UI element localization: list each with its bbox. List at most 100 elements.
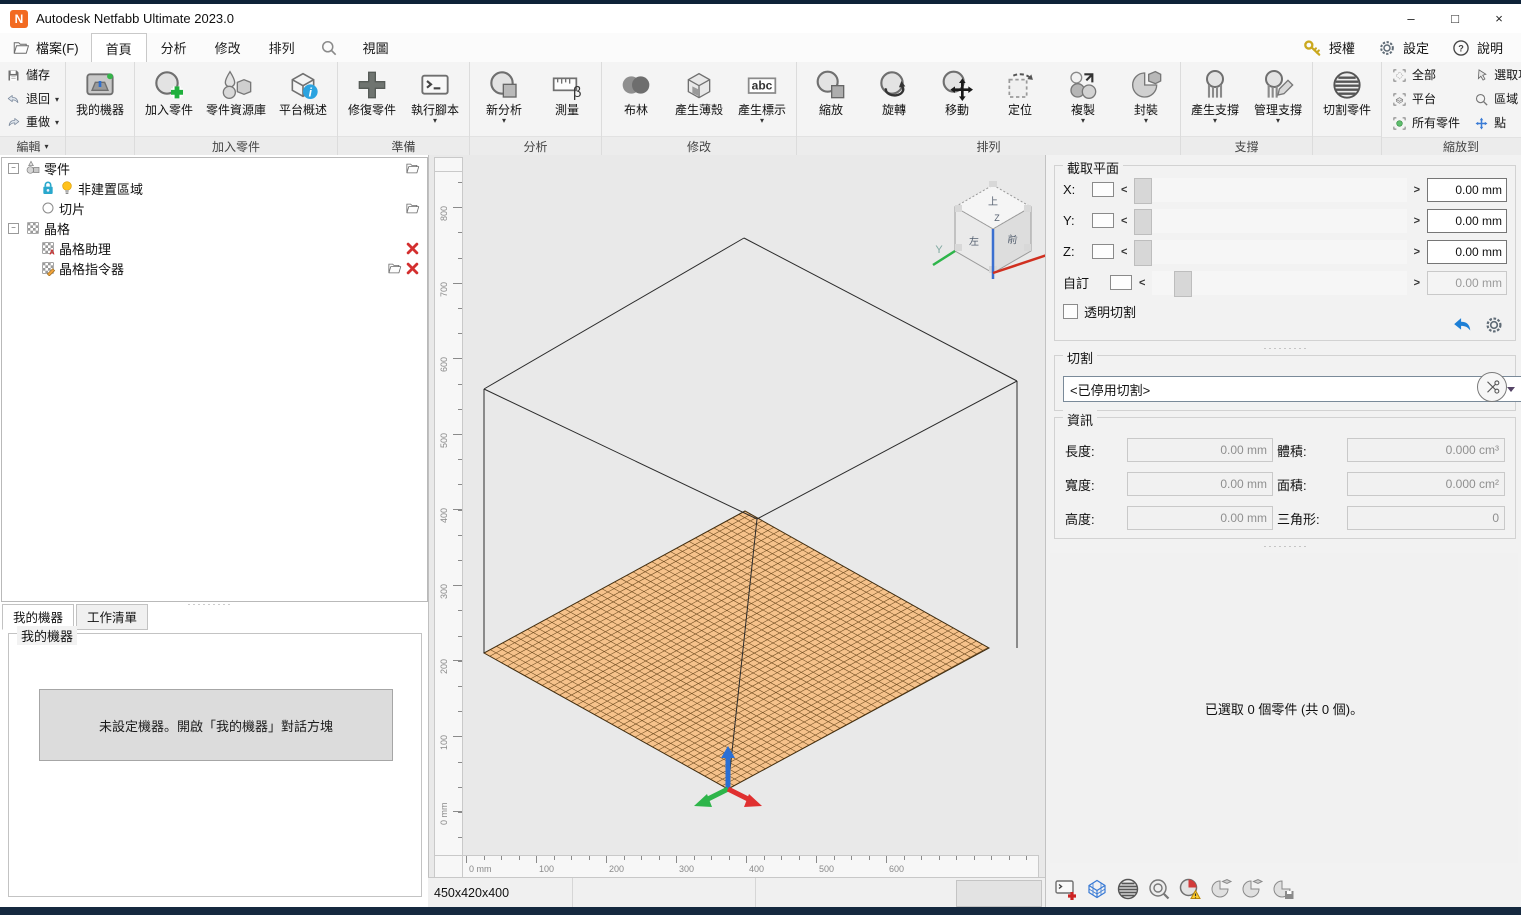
slider-right-arrow[interactable]: > [1414,277,1420,289]
tab-視圖[interactable]: 視圖 [349,33,403,62]
new-analysis-button[interactable]: 新分析▾ [473,63,535,135]
repair-part-button[interactable]: 修復零件 [341,63,403,135]
reset-clipping-icon[interactable] [1451,314,1473,336]
machine-tab-工作清單[interactable]: 工作清單 [76,604,148,630]
cut-part-button[interactable]: 切割零件 [1316,63,1378,135]
clip-enable-checkbox[interactable] [1092,182,1114,197]
tab-分析[interactable]: 分析 [147,33,201,62]
viewport-3d[interactable]: 8007006005004003002001000 mm 0 mm1002003… [428,155,1046,877]
clip-slider[interactable] [1152,271,1406,295]
file-menu-button[interactable]: 檔案(F) [0,33,91,62]
slider-left-arrow[interactable]: < [1121,215,1127,227]
undo-button[interactable]: 退回▾ [6,89,59,110]
cut-scissors-button[interactable] [1477,372,1507,402]
add-part-button[interactable]: 加入零件 [138,63,200,135]
slider-thumb[interactable] [1134,209,1152,235]
move-button[interactable]: 移動 [926,63,988,135]
slider-thumb[interactable] [1134,178,1152,204]
slider-right-arrow[interactable]: > [1414,184,1420,196]
clip-enable-checkbox[interactable] [1092,244,1114,259]
license-button[interactable]: 授權 [1303,38,1355,58]
tree-item-晶格[interactable]: −晶格 [2,218,427,238]
slider-right-arrow[interactable]: > [1414,215,1420,227]
run-script-add-button[interactable] [1054,877,1078,901]
scale-button[interactable]: 縮放 [800,63,862,135]
tab-排列[interactable]: 排列 [255,33,309,62]
panel-splitter[interactable]: ········· [1236,541,1336,551]
duplicate-button[interactable]: 複製▾ [1052,63,1114,135]
tree-expander-icon[interactable]: − [8,223,19,234]
zoom-platform-button[interactable]: 平台 [1392,88,1460,111]
folder-open-icon[interactable] [387,261,402,276]
clip-enable-checkbox[interactable] [1092,213,1114,228]
my-machine-button[interactable]: 我的機器 [69,63,131,135]
clip-slider[interactable] [1134,240,1406,264]
zoom-point-button[interactable]: 點 [1474,112,1521,135]
clip-value-field[interactable]: 0.00 mm [1427,240,1507,264]
zoom-all-parts-button[interactable]: 所有零件 [1392,112,1460,135]
tab-search-zone[interactable] [309,33,349,62]
zoom-selection-button[interactable]: 選取項 [1474,64,1521,87]
clip-slider[interactable] [1134,178,1406,202]
clip-value-field[interactable]: 0.00 mm [1427,271,1507,295]
ribbon-group-label[interactable]: 編輯▾ [0,136,65,155]
panel-splitter[interactable]: ········· [160,599,260,609]
zoom-view-button[interactable] [1147,877,1171,901]
pack-rotate-1-button[interactable] [1209,877,1233,901]
zoom-region-button[interactable]: 區域 [1474,88,1521,111]
save-button[interactable]: 儲存 [6,65,59,86]
minimize-button[interactable]: – [1389,4,1433,33]
tree-item-晶格助理[interactable]: A晶格助理 [2,238,427,258]
slider-thumb[interactable] [1134,240,1152,266]
clip-slider[interactable] [1134,209,1406,233]
create-label-button[interactable]: abc產生標示▾ [731,63,793,135]
build-volume-canvas[interactable]: 上 Z 左 前 Y X [461,157,1046,855]
run-script-button[interactable]: 執行腳本▾ [404,63,466,135]
slider-left-arrow[interactable]: < [1121,246,1127,258]
tree-item-零件[interactable]: −零件 [2,158,427,178]
tab-首頁[interactable]: 首頁 [91,33,147,63]
orient-button[interactable]: 定位 [989,63,1051,135]
tree-expander-icon[interactable]: − [8,163,19,174]
tab-修改[interactable]: 修改 [201,33,255,62]
clip-value-field[interactable]: 0.00 mm [1427,209,1507,233]
redo-button[interactable]: 重做▾ [6,112,59,133]
clip-value-field[interactable]: 0.00 mm [1427,178,1507,202]
help-button[interactable]: ?說明 [1451,38,1503,58]
delete-icon[interactable] [405,241,420,256]
platform-overview-button[interactable]: i平台概述 [272,63,334,135]
folder-open-icon[interactable] [405,201,420,216]
close-button[interactable]: × [1477,4,1521,33]
cut-mode-dropdown[interactable]: <已停用切割> [1063,376,1521,402]
pack-rotate-2-button[interactable] [1240,877,1264,901]
create-support-button[interactable]: 產生支撐▾ [1184,63,1246,135]
folder-open-icon[interactable] [405,161,420,176]
tree-item-晶格指令器[interactable]: 晶格指令器 [2,258,427,278]
setup-machine-button[interactable]: 未設定機器。開啟「我的機器」對話方塊 [39,689,393,761]
lattice-view-button[interactable] [1085,877,1109,901]
part-library-button[interactable]: 零件資源庫 [201,63,271,135]
clipping-settings-gear-icon[interactable] [1483,314,1505,336]
slider-left-arrow[interactable]: < [1139,277,1145,289]
boolean-button[interactable]: 布林 [605,63,667,135]
rotate-button[interactable]: 旋轉 [863,63,925,135]
slice-view-button[interactable] [1116,877,1140,901]
pack-save-button[interactable] [1271,877,1295,901]
create-shell-button[interactable]: 產生薄殼 [668,63,730,135]
pack-button[interactable]: 封裝▾ [1115,63,1177,135]
panel-splitter[interactable]: ········· [1236,343,1336,353]
zoom-all-button[interactable]: 全部 [1392,64,1460,87]
slider-left-arrow[interactable]: < [1121,184,1127,196]
maximize-button[interactable]: □ [1433,4,1477,33]
manage-support-button[interactable]: 管理支撐▾ [1247,63,1309,135]
tree-item-非建置區域[interactable]: 非建置區域 [2,178,427,198]
transparent-cut-checkbox[interactable] [1063,304,1078,319]
delete-icon[interactable] [405,261,420,276]
tree-item-切片[interactable]: 切片 [2,198,427,218]
slider-thumb[interactable] [1174,271,1192,297]
repair-status-button[interactable] [1178,877,1202,901]
clip-enable-checkbox[interactable] [1110,275,1132,290]
settings-button[interactable]: 設定 [1377,38,1429,58]
scene-tree[interactable]: −零件非建置區域切片−晶格A晶格助理晶格指令器 [1,157,428,602]
measure-button[interactable]: β測量 [536,63,598,135]
